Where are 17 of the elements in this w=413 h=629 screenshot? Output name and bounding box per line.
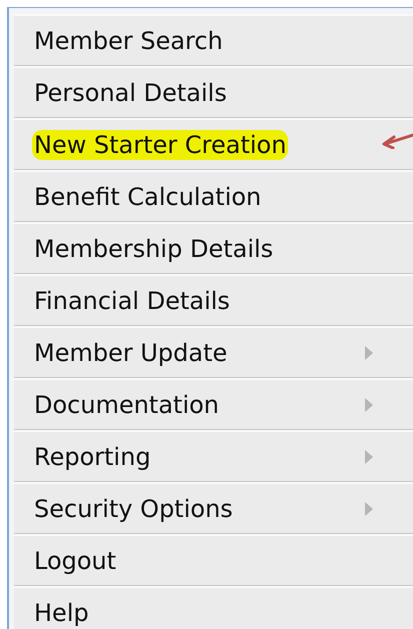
- caret-icon: [365, 450, 373, 464]
- menu-item[interactable]: Personal Details: [14, 66, 413, 118]
- menu-item[interactable]: Logout: [14, 534, 413, 586]
- menu-item[interactable]: Reporting: [14, 430, 413, 482]
- menu-item[interactable]: Financial Details: [14, 274, 413, 326]
- menu-item[interactable]: Member Update: [14, 326, 413, 378]
- menu-item[interactable]: Benefit Calculation: [14, 170, 413, 222]
- menu-item[interactable]: Security Options: [14, 482, 413, 534]
- menu-item[interactable]: Help: [14, 586, 413, 629]
- menu-item[interactable]: Membership Details: [14, 222, 413, 274]
- caret-icon: [365, 346, 373, 360]
- menu-item[interactable]: Member Search: [14, 14, 413, 66]
- caret-icon: [365, 398, 373, 412]
- menu-item[interactable]: Documentation: [14, 378, 413, 430]
- caret-icon: [365, 502, 373, 516]
- menu-item[interactable]: New Starter Creation: [14, 118, 413, 170]
- arrow-icon: [380, 133, 413, 149]
